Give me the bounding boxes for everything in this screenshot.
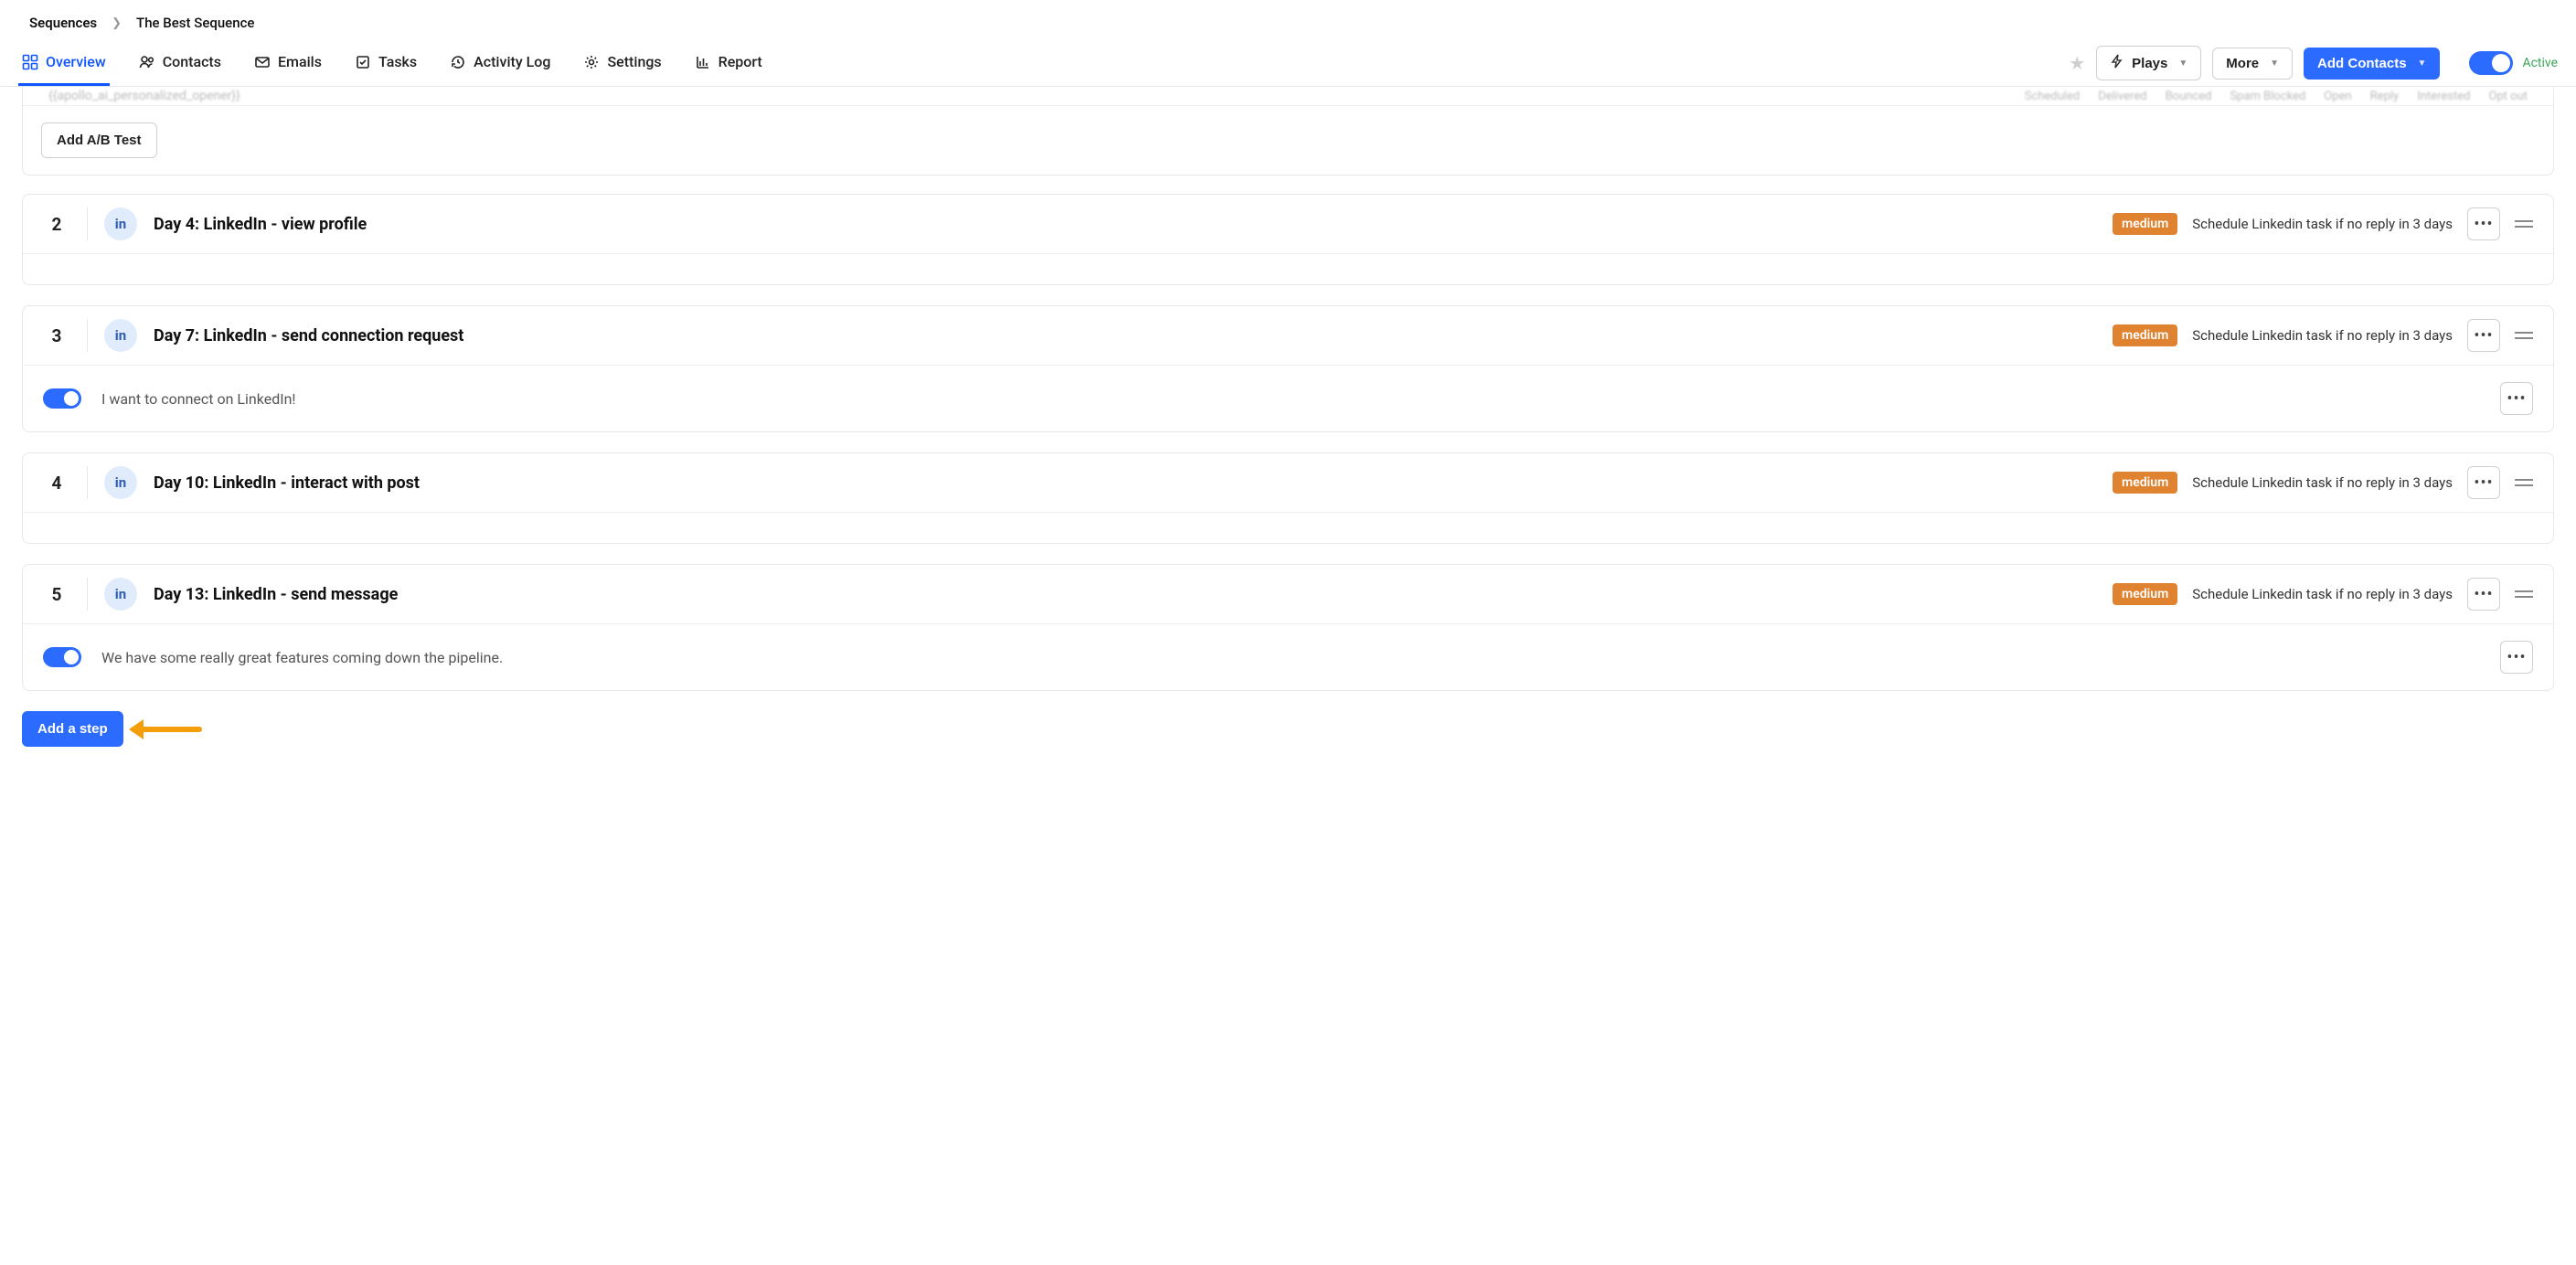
button-label: Plays [2132, 56, 2167, 71]
tab-contacts[interactable]: Contacts [135, 40, 225, 86]
tab-label: Emails [278, 53, 322, 70]
tab-label: Activity Log [474, 53, 550, 70]
add-ab-test-button[interactable]: Add A/B Test [41, 122, 157, 158]
tab-label: Settings [607, 53, 661, 70]
step-schedule: Schedule Linkedin task if no reply in 3 … [2192, 327, 2453, 344]
step-card: 4 in Day 10: LinkedIn - interact with po… [22, 452, 2554, 544]
overview-icon [22, 54, 38, 70]
breadcrumb: Sequences ❯ The Best Sequence [0, 0, 2576, 40]
chevron-right-icon: ❯ [112, 16, 122, 30]
tasks-icon [355, 54, 371, 70]
tab-label: Contacts [163, 53, 221, 70]
step-enabled-toggle[interactable] [43, 388, 81, 409]
linkedin-icon: in [104, 466, 137, 499]
toggle-knob [2492, 54, 2510, 72]
tab-emails[interactable]: Emails [250, 40, 325, 86]
step-schedule: Schedule Linkedin task if no reply in 3 … [2192, 586, 2453, 602]
drag-handle-icon[interactable] [2515, 218, 2537, 230]
breadcrumb-root[interactable]: Sequences [29, 15, 97, 31]
step-schedule: Schedule Linkedin task if no reply in 3 … [2192, 216, 2453, 232]
step-number: 5 [43, 584, 70, 605]
linkedin-icon: in [104, 319, 137, 352]
priority-badge: medium [2113, 583, 2177, 605]
canvas: {{apollo_ai_personalized_opener}} Schedu… [0, 87, 2576, 776]
contacts-icon [139, 54, 155, 70]
tab-label: Report [719, 53, 762, 70]
caret-down-icon: ▼ [2270, 58, 2279, 69]
step-title: Day 10: LinkedIn - interact with post [154, 473, 2096, 493]
step-number: 3 [43, 325, 70, 346]
star-icon[interactable]: ★ [2069, 52, 2085, 74]
tab-settings[interactable]: Settings [580, 40, 665, 86]
report-icon [695, 54, 711, 70]
step-body-menu-button[interactable]: ••• [2500, 382, 2533, 415]
step-body: I want to connect on LinkedIn! ••• [23, 365, 2553, 431]
step-number: 2 [43, 214, 70, 235]
callout-arrow-icon [131, 723, 213, 736]
tab-tasks[interactable]: Tasks [351, 40, 420, 86]
step-body-empty [23, 512, 2553, 543]
tab-overview[interactable]: Overview [18, 40, 110, 86]
step-enabled-toggle[interactable] [43, 647, 81, 667]
active-label: Active [2522, 56, 2558, 70]
tab-activity-log[interactable]: Activity Log [446, 40, 554, 86]
linkedin-icon: in [104, 578, 137, 611]
step-header[interactable]: 4 in Day 10: LinkedIn - interact with po… [23, 453, 2553, 512]
top-actions: ★ Plays ▼ More ▼ Add Contacts ▼ A [2069, 46, 2558, 80]
step-card-cutoff: {{apollo_ai_personalized_opener}} Schedu… [22, 87, 2554, 175]
tab-label: Overview [46, 53, 106, 70]
tab-report[interactable]: Report [691, 40, 766, 86]
step-schedule: Schedule Linkedin task if no reply in 3 … [2192, 474, 2453, 491]
plays-button[interactable]: Plays ▼ [2096, 46, 2201, 80]
step-card: 3 in Day 7: LinkedIn - send connection r… [22, 305, 2554, 432]
history-icon [450, 54, 466, 70]
add-step-button[interactable]: Add a step [22, 711, 123, 747]
tabs: Overview Contacts Emails [18, 40, 766, 86]
add-contacts-button[interactable]: Add Contacts ▼ [2304, 48, 2440, 80]
caret-down-icon: ▼ [2178, 58, 2187, 69]
step-menu-button[interactable]: ••• [2467, 319, 2500, 352]
step-card: 5 in Day 13: LinkedIn - send message med… [22, 564, 2554, 691]
drag-handle-icon[interactable] [2515, 476, 2537, 489]
step-title: Day 7: LinkedIn - send connection reques… [154, 326, 2096, 345]
step-header[interactable]: 2 in Day 4: LinkedIn - view profile medi… [23, 195, 2553, 253]
priority-badge: medium [2113, 472, 2177, 494]
step-header[interactable]: 3 in Day 7: LinkedIn - send connection r… [23, 306, 2553, 365]
step-card: 2 in Day 4: LinkedIn - view profile medi… [22, 194, 2554, 285]
step-body-menu-button[interactable]: ••• [2500, 641, 2533, 674]
more-button[interactable]: More ▼ [2212, 48, 2293, 80]
sequence-active-control: Active [2469, 51, 2558, 75]
gear-icon [583, 54, 600, 70]
button-label: Add Contacts [2317, 56, 2407, 71]
step-menu-button[interactable]: ••• [2467, 207, 2500, 240]
linkedin-icon: in [104, 207, 137, 240]
step-message: I want to connect on LinkedIn! [101, 390, 2480, 408]
step-title: Day 13: LinkedIn - send message [154, 585, 2096, 604]
step-menu-button[interactable]: ••• [2467, 466, 2500, 499]
email-icon [254, 54, 271, 70]
button-label: More [2226, 56, 2259, 71]
active-toggle[interactable] [2469, 51, 2513, 75]
step-message: We have some really great features comin… [101, 649, 2480, 666]
priority-badge: medium [2113, 324, 2177, 346]
drag-handle-icon[interactable] [2515, 329, 2537, 342]
cutoff-stats: Scheduled Delivered Bounced Spam Blocked… [2025, 90, 2528, 103]
caret-down-icon: ▼ [2418, 58, 2427, 69]
add-step-row: Add a step [22, 711, 2554, 754]
priority-badge: medium [2113, 213, 2177, 235]
step-body-empty [23, 253, 2553, 284]
cutoff-left: {{apollo_ai_personalized_opener}} [48, 89, 240, 103]
bolt-icon [2110, 54, 2124, 72]
breadcrumb-current: The Best Sequence [136, 15, 254, 31]
step-number: 4 [43, 473, 70, 494]
step-body: We have some really great features comin… [23, 623, 2553, 690]
step-header[interactable]: 5 in Day 13: LinkedIn - send message med… [23, 565, 2553, 623]
step-title: Day 4: LinkedIn - view profile [154, 215, 2096, 234]
top-bar: Overview Contacts Emails [0, 40, 2576, 87]
drag-handle-icon[interactable] [2515, 588, 2537, 601]
step-menu-button[interactable]: ••• [2467, 578, 2500, 611]
tab-label: Tasks [378, 53, 417, 70]
